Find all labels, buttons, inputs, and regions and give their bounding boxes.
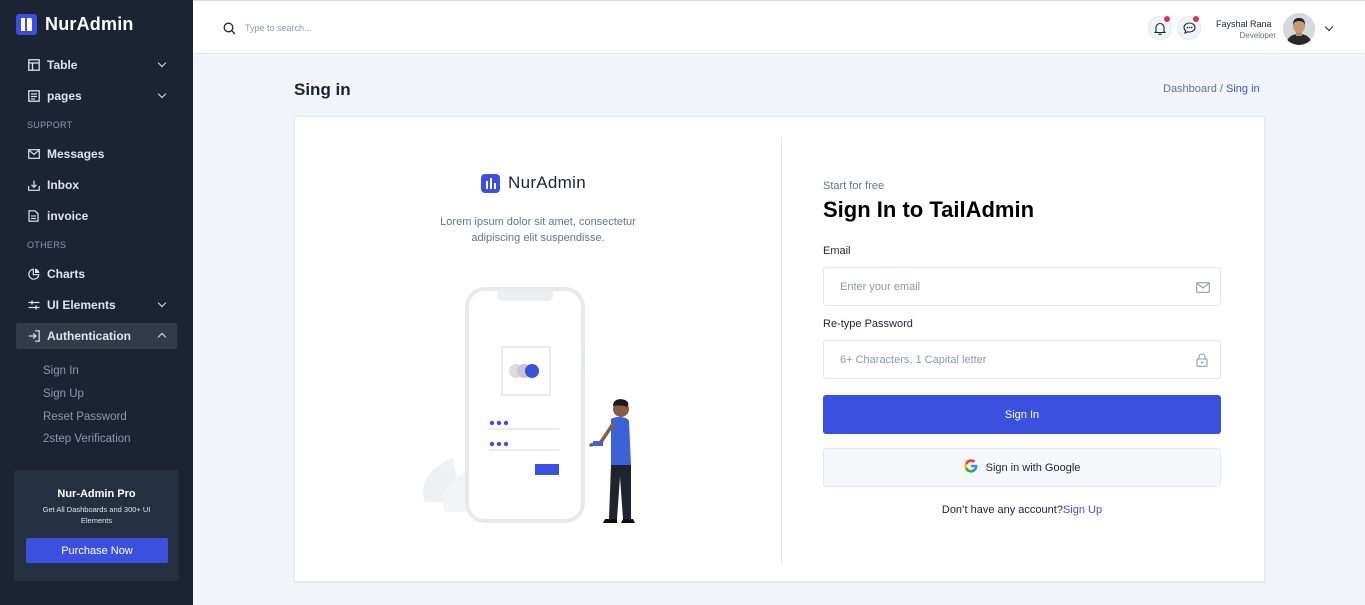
sidebar-subitem-sign-in[interactable]: Sign In [43,365,79,377]
user-name[interactable]: Fayshal Rana [1216,19,1272,29]
sidebar-item-label: Inbox [47,178,79,192]
login-icon [27,330,40,343]
password-field-wrapper [823,340,1221,379]
chevron-down-icon [157,89,167,99]
sidebar-logo[interactable]: NurAdmin [16,14,134,35]
breadcrumb-dashboard-link[interactable]: Dashboard / [1163,83,1223,95]
purchase-now-button[interactable]: Purchase Now [26,538,168,563]
messages-button[interactable] [1177,16,1201,40]
password-field[interactable] [840,341,1180,378]
chevron-down-icon [157,298,167,308]
google-icon [964,459,978,476]
sidebar-subitem-2step-verification[interactable]: 2step Verification [43,433,131,445]
chevron-up-icon [157,332,167,342]
mail-icon [1196,280,1210,294]
pages-icon [27,90,40,103]
chevron-down-icon [157,58,167,68]
sidebar-item-label: Authentication [47,329,131,343]
sidebar-item-pages[interactable]: pages [16,83,177,109]
sidebar-item-label: Table [47,58,78,72]
notifications-button[interactable] [1148,16,1172,40]
message-dot [1193,16,1199,22]
mail-icon [27,148,40,161]
inbox-icon [27,179,40,192]
search-input[interactable] [245,17,545,39]
sidebar-item-messages[interactable]: Messages [16,141,177,167]
signin-card: NurAdmin Lorem ipsum dolor sit amet, con… [294,116,1265,582]
brand-name: NurAdmin [508,173,586,192]
form-kicker: Start for free [823,180,885,192]
email-field[interactable] [840,268,1180,305]
sidebar-item-ui-elements[interactable]: UI Elements [16,292,177,318]
notification-dot [1164,16,1170,22]
promo-description: Get All Dashboards and 300+ UI Elements [42,505,151,525]
sidebar-item-table[interactable]: Table [16,52,177,78]
password-label: Re-type Password [823,318,913,330]
promo-title: Nur-Admin Pro [57,488,136,500]
sidebar-subitem-sign-up[interactable]: Sign Up [43,388,84,400]
sidebar-item-authentication[interactable]: Authentication [16,323,177,349]
card-brand-logo[interactable]: NurAdmin [481,173,586,193]
breadcrumb: Dashboard / Sing in [1163,83,1260,95]
sidebar-item-label: UI Elements [47,298,116,312]
sidebar-item-inbox[interactable]: Inbox [16,172,177,198]
chevron-down-icon[interactable] [1324,22,1334,32]
promo-card: Nur-Admin Pro Get All Dashboards and 300… [14,470,179,581]
sign-in-button[interactable]: Sign In [823,395,1221,434]
sidebar-item-invoice[interactable]: invoice [16,203,177,229]
top-header: Fayshal Rana Developer [193,0,1365,54]
signin-illustration [415,287,655,532]
google-button-label: Sign in with Google [985,461,1081,474]
no-account-text: Don’t have any account? [941,504,1063,516]
signup-prompt: Don’t have any account?Sign Up [823,504,1221,516]
ui-elements-icon [27,299,40,312]
logo-icon [16,14,37,35]
sidebar: NurAdmin Table pages SUPPORT Messages In… [0,0,193,605]
sidebar-item-label: pages [47,89,82,103]
lock-icon [1196,353,1210,367]
table-icon [27,59,40,72]
sidebar-subitem-reset-password[interactable]: Reset Password [43,411,127,423]
email-field-wrapper [823,267,1221,306]
sidebar-item-label: invoice [47,209,89,223]
sidebar-item-charts[interactable]: Charts [16,261,177,287]
page-title: Sing in [294,80,351,99]
search-icon[interactable] [223,22,236,35]
avatar[interactable] [1283,13,1315,45]
signin-heading: Sign In to TailAdmin [823,197,1035,222]
logo-text: NurAdmin [45,14,134,34]
section-label-others: OTHERS [27,240,67,250]
user-role: Developer [1239,31,1276,40]
sidebar-item-label: Messages [47,147,105,161]
chat-icon [1182,22,1196,34]
brand-logo-icon [481,173,500,193]
pie-chart-icon [27,268,40,281]
section-label-support: SUPPORT [27,120,73,130]
email-label: Email [823,245,851,257]
breadcrumb-current: Sing in [1226,83,1260,95]
card-divider [781,137,782,563]
sidebar-item-label: Charts [47,267,86,281]
brand-description: Lorem ipsum dolor sit amet, consectetur … [440,216,636,244]
bell-icon [1154,22,1166,35]
signup-link[interactable]: Sign Up [1063,504,1102,516]
google-signin-button[interactable]: Sign in with Google [823,448,1221,487]
invoice-icon [27,210,40,223]
